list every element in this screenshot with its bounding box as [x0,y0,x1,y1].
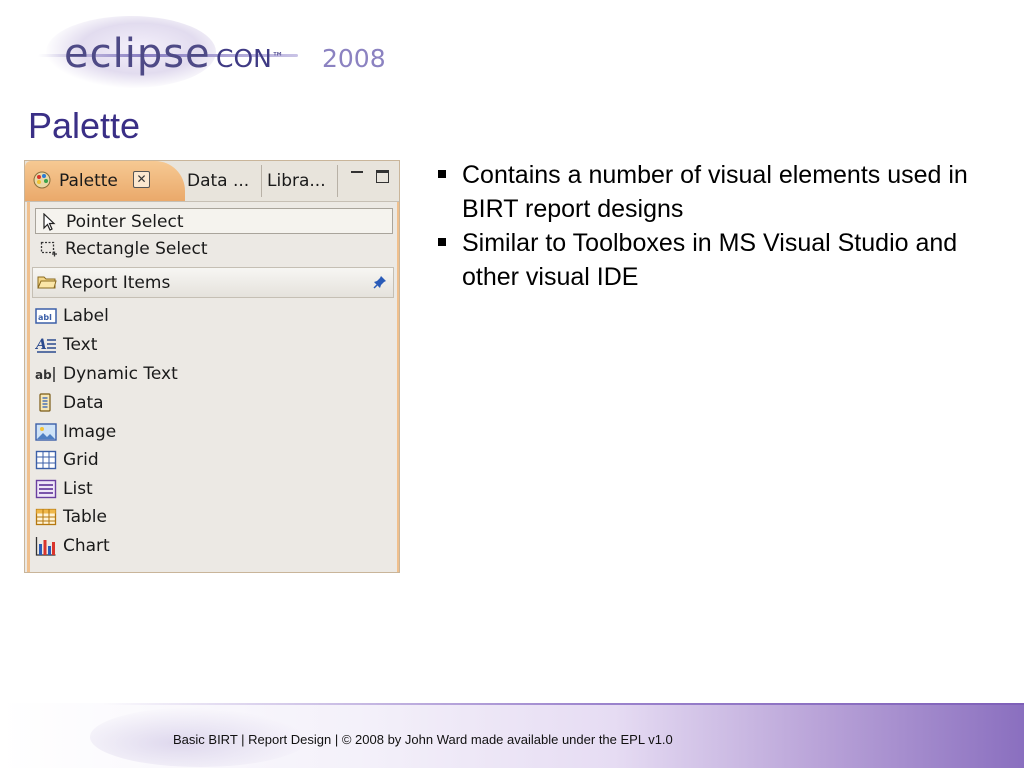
data-item-text: Data [63,393,104,413]
image-icon [35,423,57,441]
rectangle-select-icon [40,241,57,257]
slide-title: Palette [28,105,141,146]
pointer-select-tool[interactable]: Pointer Select [35,208,393,234]
bullet-item: Contains a number of visual elements use… [436,158,996,226]
grid-item-text: Grid [63,450,99,470]
logo-con-text: CON [216,44,272,73]
svg-text:abl: abl [38,313,52,322]
tab-palette[interactable]: Palette ✕ [25,161,185,201]
rectangle-select-tool[interactable]: Rectangle Select [35,236,393,262]
report-items-label: Report Items [61,273,171,293]
pointer-icon [43,213,56,231]
close-icon[interactable]: ✕ [133,171,150,188]
palette-item-dynamic-text[interactable]: ab Dynamic Text [35,361,235,387]
grid-icon [35,450,57,470]
label-item-text: Label [63,306,109,326]
bullet-text: Similar to Toolboxes in MS Visual Studio… [462,229,958,291]
list-item-text: List [63,479,93,499]
tab-library-explorer[interactable]: Libra... [267,171,326,191]
palette-view: Palette ✕ Data ... Libra... Pointer Sele… [24,160,400,573]
palette-tab-bar: Palette ✕ Data ... Libra... [25,161,399,202]
tab-palette-label: Palette [59,171,118,191]
footer-text: Basic BIRT | Report Design | © 2008 by J… [173,732,673,747]
eclipsecon-logo: eclipse CON™ 2008 [38,8,386,98]
tab-separator [261,165,262,197]
bullet-marker [438,170,446,178]
palette-item-chart[interactable]: Chart [35,533,235,559]
image-item-text: Image [63,422,117,442]
palette-content: Pointer Select Rectangle Select Report I… [27,202,399,572]
logo-trademark: ™ [271,50,284,64]
label-icon: abl [35,308,57,324]
pin-icon[interactable] [373,275,387,289]
bullet-list: Contains a number of visual elements use… [436,158,996,294]
bullet-item: Similar to Toolboxes in MS Visual Studio… [436,226,996,294]
pointer-select-label: Pointer Select [66,212,184,232]
tab-data-explorer[interactable]: Data ... [187,171,249,191]
chart-item-text: Chart [63,536,110,556]
palette-item-image[interactable]: Image [35,419,235,445]
slide-footer: Basic BIRT | Report Design | © 2008 by J… [0,703,1024,768]
bullet-marker [438,238,446,246]
logo-brand: eclipse [64,31,211,77]
maximize-icon[interactable] [376,170,389,183]
palette-icon [33,171,51,189]
palette-item-table[interactable]: Table [35,504,235,530]
chart-icon [35,537,56,556]
palette-item-data[interactable]: Data [35,390,235,416]
palette-item-label[interactable]: abl Label [35,303,235,329]
text-icon: A [35,337,56,353]
dynamic-text-item-text: Dynamic Text [63,364,178,384]
table-item-text: Table [63,507,107,527]
folder-icon [37,276,57,289]
tab-separator [337,165,338,197]
text-item-text: Text [63,335,98,355]
svg-text:A: A [35,337,47,353]
bullet-text: Contains a number of visual elements use… [462,161,968,223]
logo-con: CON™ [216,44,284,74]
dynamic-text-icon: ab [35,367,55,382]
rectangle-select-label: Rectangle Select [65,239,208,259]
logo-year: 2008 [322,44,386,73]
palette-item-text[interactable]: A Text [35,332,235,358]
svg-text:ab: ab [35,368,52,382]
minimize-icon[interactable] [351,171,363,176]
palette-item-grid[interactable]: Grid [35,447,235,473]
table-icon [35,508,57,526]
palette-item-list[interactable]: List [35,476,235,502]
list-icon [35,479,57,499]
report-items-drawer[interactable]: Report Items [32,267,394,298]
data-icon [39,393,51,412]
